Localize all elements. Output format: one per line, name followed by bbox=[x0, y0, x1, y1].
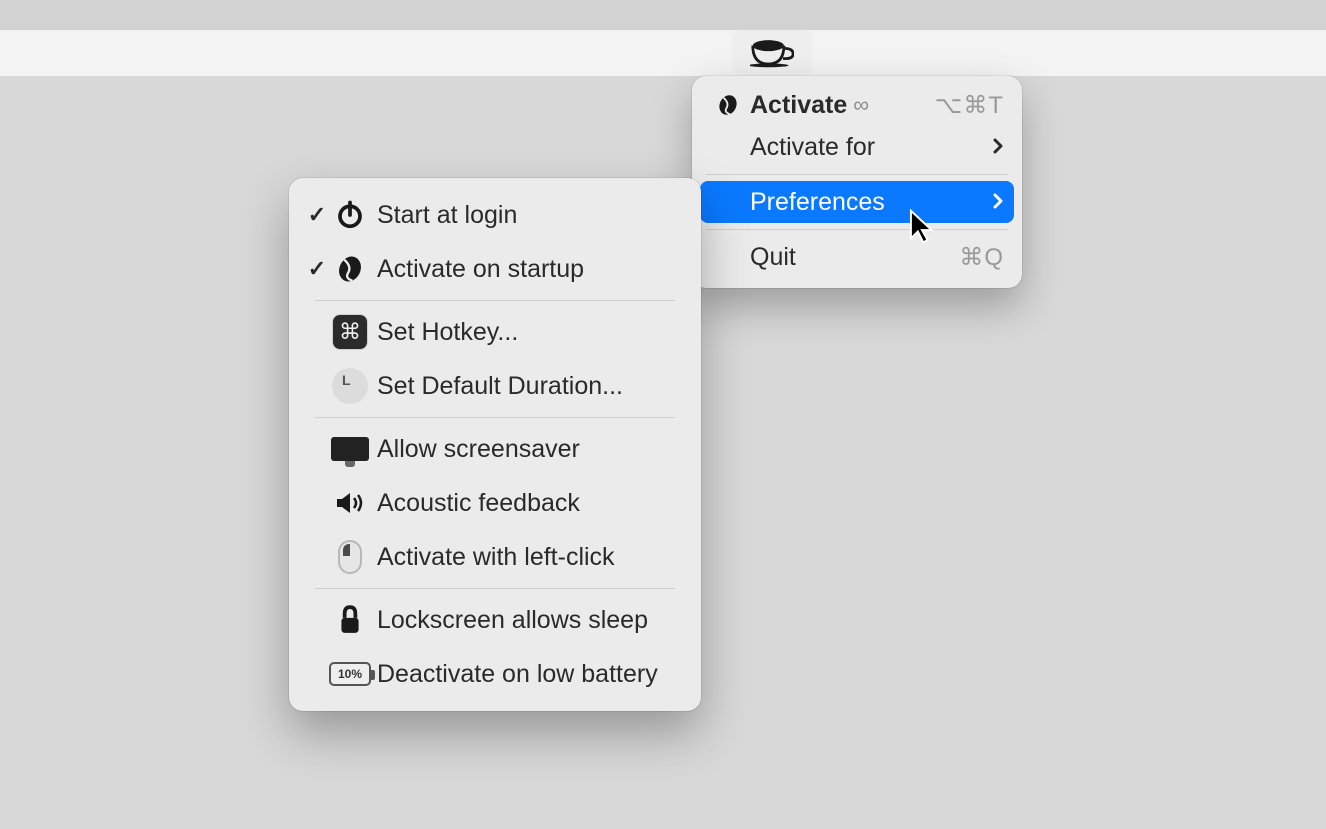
pref-start-at-login[interactable]: ✓ Start at login bbox=[289, 188, 701, 242]
pref-label: Activate on startup bbox=[377, 255, 584, 284]
pref-activate-left-click[interactable]: Activate with left-click bbox=[289, 530, 701, 584]
menu-item-label: Preferences bbox=[750, 188, 885, 217]
checkmark-icon: ✓ bbox=[305, 256, 329, 282]
window-top-edge bbox=[0, 0, 1326, 30]
menu-item-activate-for[interactable]: Activate for bbox=[692, 126, 1022, 168]
menu-separator bbox=[315, 300, 675, 301]
pref-allow-screensaver[interactable]: Allow screensaver bbox=[289, 422, 701, 476]
menu-separator bbox=[706, 174, 1008, 175]
menu-item-label: Quit bbox=[750, 243, 796, 272]
pref-label: Deactivate on low battery bbox=[377, 660, 658, 689]
menu-item-label: Activate bbox=[750, 91, 847, 120]
pref-acoustic-feedback[interactable]: Acoustic feedback bbox=[289, 476, 701, 530]
pref-activate-on-startup[interactable]: ✓ Activate on startup bbox=[289, 242, 701, 296]
menu-item-label: Activate for bbox=[750, 133, 875, 162]
pref-set-default-duration[interactable]: Set Default Duration... bbox=[289, 359, 701, 413]
pref-label: Set Hotkey... bbox=[377, 318, 518, 347]
pref-label: Allow screensaver bbox=[377, 435, 580, 464]
chevron-right-icon bbox=[992, 134, 1004, 160]
pref-deactivate-low-battery[interactable]: 10% Deactivate on low battery bbox=[289, 647, 701, 701]
preferences-submenu: ✓ Start at login ✓ Activate on startup ⌘… bbox=[289, 178, 701, 711]
clock-icon bbox=[329, 368, 371, 404]
menu-item-quit[interactable]: Quit ⌘Q bbox=[692, 236, 1022, 278]
mouse-icon bbox=[329, 540, 371, 574]
bean-icon bbox=[714, 94, 742, 116]
command-key-icon: ⌘ bbox=[329, 314, 371, 350]
keyboard-shortcut: ⌥⌘T bbox=[935, 91, 1004, 120]
pref-label: Acoustic feedback bbox=[377, 489, 580, 518]
bean-icon bbox=[329, 255, 371, 283]
menu-item-preferences[interactable]: Preferences bbox=[700, 181, 1014, 223]
pref-set-hotkey[interactable]: ⌘ Set Hotkey... bbox=[289, 305, 701, 359]
chevron-right-icon bbox=[992, 189, 1004, 215]
pref-lockscreen-allows-sleep[interactable]: Lockscreen allows sleep bbox=[289, 593, 701, 647]
menu-item-activate[interactable]: Activate ∞ ⌥⌘T bbox=[692, 84, 1022, 126]
monitor-icon bbox=[329, 437, 371, 461]
menu-separator bbox=[315, 588, 675, 589]
infinity-symbol: ∞ bbox=[853, 92, 869, 118]
battery-icon: 10% bbox=[329, 662, 371, 686]
pref-label: Activate with left-click bbox=[377, 543, 615, 572]
keyboard-shortcut: ⌘Q bbox=[959, 243, 1004, 272]
power-icon bbox=[329, 200, 371, 230]
app-dropdown-menu: Activate ∞ ⌥⌘T Activate for Preferences … bbox=[692, 76, 1022, 288]
pref-label: Lockscreen allows sleep bbox=[377, 606, 648, 635]
speaker-icon bbox=[329, 489, 371, 517]
menu-separator bbox=[706, 229, 1008, 230]
pref-label: Start at login bbox=[377, 201, 517, 230]
lock-icon bbox=[329, 605, 371, 635]
checkmark-icon: ✓ bbox=[305, 202, 329, 228]
menubar-app-icon[interactable] bbox=[732, 30, 812, 76]
coffee-cup-icon bbox=[750, 38, 794, 68]
menu-separator bbox=[315, 417, 675, 418]
menubar bbox=[0, 30, 1326, 76]
pref-label: Set Default Duration... bbox=[377, 372, 623, 401]
